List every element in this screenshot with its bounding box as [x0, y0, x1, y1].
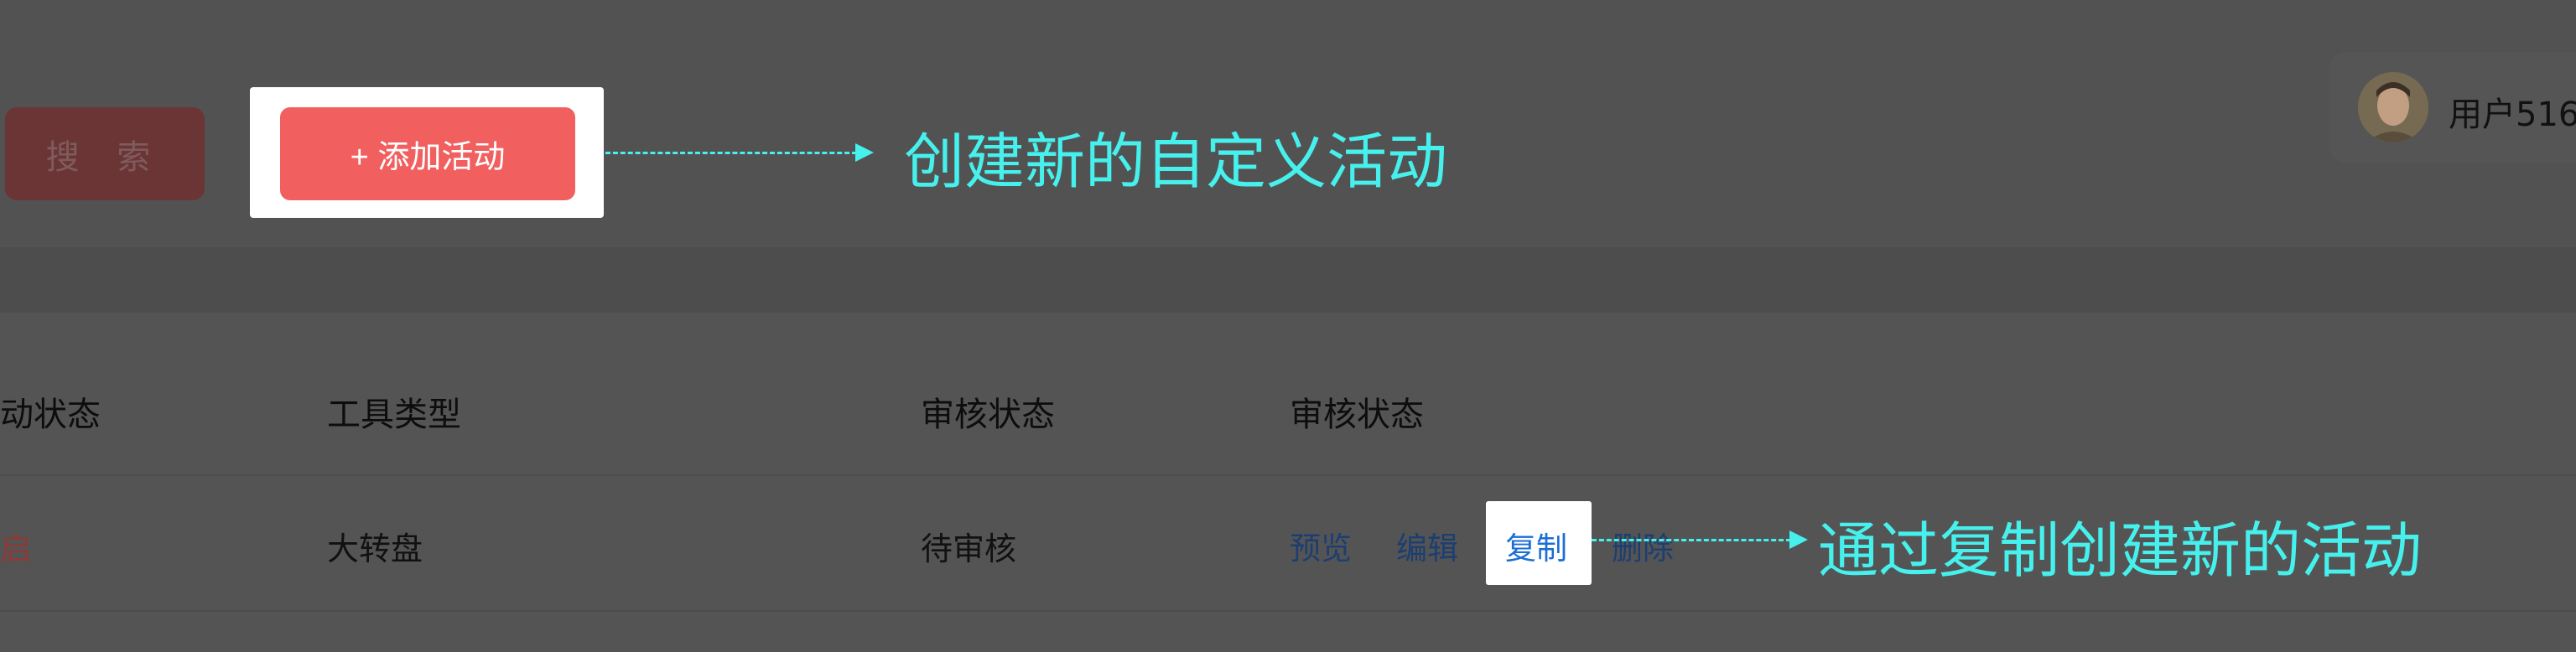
annotation-create-new: 创建新的自定义活动 — [904, 127, 1448, 197]
table-cell-tool-type: 大转盘 — [327, 530, 423, 567]
arrow-right-icon — [1789, 530, 1808, 549]
edit-link[interactable]: 编辑 — [1396, 523, 1458, 568]
annotation-line-add — [605, 152, 857, 154]
search-button[interactable]: 搜 索 — [5, 107, 205, 200]
copy-link[interactable]: 复制 — [1505, 523, 1567, 568]
table-cell-review-status: 待审核 — [921, 530, 1017, 567]
annotation-line-copy — [1592, 539, 1791, 541]
annotation-copy-to-create: 通过复制创建新的活动 — [1818, 515, 2423, 586]
user-name[interactable]: 用户516 — [2449, 87, 2576, 136]
header-divider — [0, 474, 2576, 476]
column-header-review-status: 审核状态 — [921, 396, 1055, 434]
table-area — [0, 313, 2576, 652]
delete-link[interactable]: 删除 — [1612, 523, 1674, 568]
row-divider — [0, 610, 2576, 612]
avatar-icon[interactable] — [2358, 72, 2428, 142]
column-header-review-status-2: 审核状态 — [1290, 396, 1424, 434]
add-activity-button[interactable]: + 添加活动 — [280, 107, 575, 200]
table-cell-status: 启 — [0, 530, 33, 567]
column-header-activity-status: 动状态 — [0, 396, 101, 434]
section-divider-band — [0, 247, 2576, 313]
preview-link[interactable]: 预览 — [1290, 523, 1352, 568]
avatar-face — [2358, 72, 2428, 142]
arrow-right-icon — [855, 143, 874, 162]
column-header-tool-type: 工具类型 — [327, 396, 461, 434]
